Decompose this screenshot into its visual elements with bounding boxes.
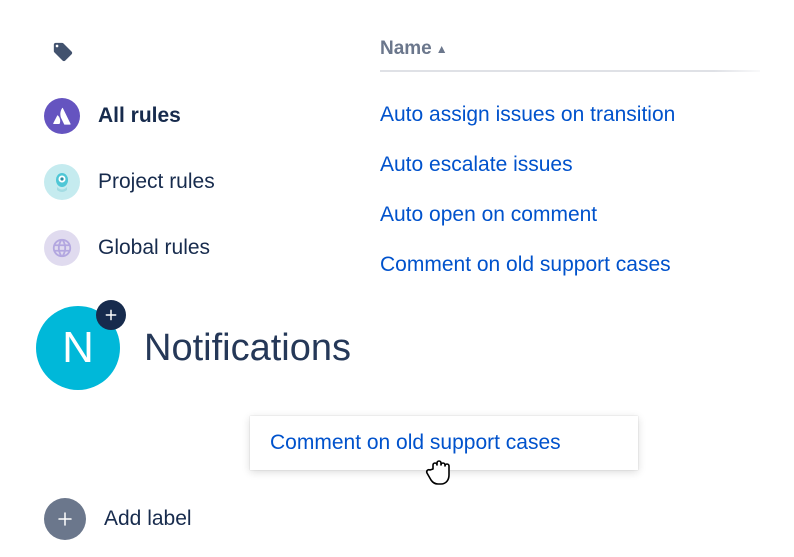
column-header-label: Name xyxy=(380,38,432,60)
sidebar-item-label: All rules xyxy=(98,104,181,128)
tag-icon xyxy=(52,41,74,68)
rule-link: Auto assign issues on transition xyxy=(380,103,675,126)
add-label-text: Add label xyxy=(104,507,192,531)
notifications-avatar: N xyxy=(36,306,120,390)
rule-list: Auto assign issues on transition Auto es… xyxy=(380,90,794,290)
sidebar-item-label: Project rules xyxy=(98,170,215,194)
notifications-title: Notifications xyxy=(144,327,351,370)
plus-badge-icon xyxy=(96,300,126,330)
rule-row[interactable]: Auto escalate issues xyxy=(380,140,794,190)
notifications-label-group[interactable]: N Notifications xyxy=(36,306,360,390)
dragging-rule-card[interactable]: Comment on old support cases xyxy=(250,416,638,470)
globe-icon xyxy=(44,230,80,266)
sidebar: All rules Project rules Global rules N xyxy=(40,38,360,390)
dragging-rule-text: Comment on old support cases xyxy=(270,431,561,455)
notifications-initial: N xyxy=(62,323,94,373)
column-header-name[interactable]: Name ▲ xyxy=(380,38,760,72)
sidebar-item-label: Global rules xyxy=(98,236,210,260)
rules-table: Name ▲ Auto assign issues on transition … xyxy=(380,38,794,290)
sidebar-item-all-rules[interactable]: All rules xyxy=(40,90,360,142)
rule-link: Comment on old support cases xyxy=(380,253,671,276)
plus-icon xyxy=(44,498,86,540)
sidebar-item-global-rules[interactable]: Global rules xyxy=(40,222,360,274)
sidebar-item-project-rules[interactable]: Project rules xyxy=(40,156,360,208)
sort-asc-icon: ▲ xyxy=(436,42,448,56)
rule-row[interactable]: Auto open on comment xyxy=(380,190,794,240)
rule-row[interactable]: Comment on old support cases xyxy=(380,240,794,290)
atlassian-icon xyxy=(44,98,80,134)
tag-icon-row xyxy=(40,38,360,70)
project-icon xyxy=(44,164,80,200)
add-label-button[interactable]: Add label xyxy=(44,498,192,540)
rule-link: Auto open on comment xyxy=(380,203,597,226)
rule-row[interactable]: Auto assign issues on transition xyxy=(380,90,794,140)
rule-link: Auto escalate issues xyxy=(380,153,573,176)
